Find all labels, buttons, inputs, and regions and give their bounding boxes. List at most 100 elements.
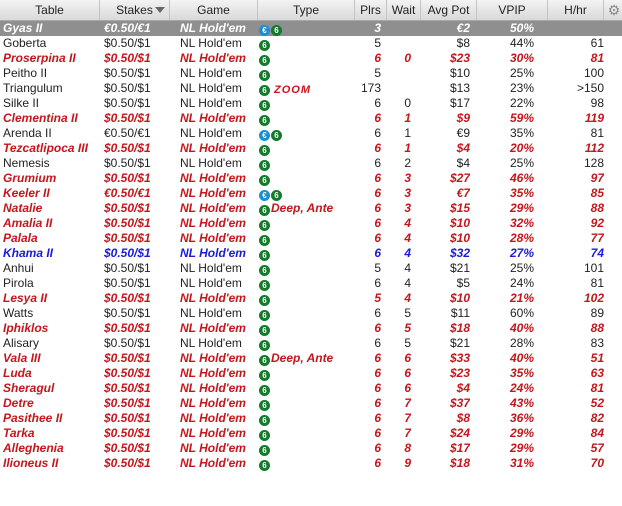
six-max-icon: 6	[259, 265, 270, 276]
player-count: 6	[374, 336, 381, 350]
vpip: 29%	[509, 441, 534, 455]
table-type: 6	[259, 381, 357, 396]
hands-per-hour: 92	[590, 216, 604, 230]
stakes: $0.50/$1	[104, 156, 151, 170]
column-header-game[interactable]: Game	[170, 0, 258, 20]
stakes: $0.50/$1	[104, 36, 151, 50]
table-type: €6	[259, 186, 357, 201]
column-header-plrs-label: Plrs	[360, 3, 381, 17]
column-header-wait[interactable]: Wait	[387, 0, 421, 20]
column-header-vpip[interactable]: VPIP	[477, 0, 548, 20]
hands-per-hour: >150	[576, 81, 604, 95]
table-name: Natalie	[3, 201, 43, 215]
table-name: Alleghenia	[3, 441, 64, 455]
player-count: 6	[374, 276, 381, 290]
table-row[interactable]: Peitho II $0.50/$1 NL Hold'em 6 5 $10 25% 100	[0, 66, 622, 81]
table-row[interactable]: Natalie $0.50/$1 NL Hold'em 6 Deep, Ante 6 3 $1…	[0, 201, 622, 216]
table-row[interactable]: Alisary $0.50/$1 NL Hold'em 6 6 5 $21 28% 83	[0, 336, 622, 351]
table-type: 6	[259, 156, 357, 171]
game: NL Hold'em	[180, 321, 246, 335]
table-type: 6	[259, 141, 357, 156]
six-max-icon: 6	[271, 25, 282, 36]
table-name: Vala III	[3, 351, 41, 365]
hands-per-hour: 52	[590, 396, 604, 410]
table-row[interactable]: Proserpina II $0.50/$1 NL Hold'em 6 6 0 $23 30%…	[0, 51, 622, 66]
table-row[interactable]: Vala III $0.50/$1 NL Hold'em 6 Deep, Ante 6 6 $…	[0, 351, 622, 366]
column-header-table[interactable]: Table	[0, 0, 100, 20]
waiting-count: 4	[404, 231, 411, 245]
table-row[interactable]: Keeler II €0.50/€1 NL Hold'em €6 6 3 €7 35% 85	[0, 186, 622, 201]
table-row[interactable]: Khama II $0.50/$1 NL Hold'em 6 6 4 $32 27% 74	[0, 246, 622, 261]
table-name: Arenda II	[3, 126, 52, 140]
table-name: Keeler II	[3, 186, 50, 200]
table-type-label: Deep, Ante	[271, 201, 334, 215]
table-row[interactable]: Sheragul $0.50/$1 NL Hold'em 6 6 6 $4 24% 81	[0, 381, 622, 396]
table-row[interactable]: Nemesis $0.50/$1 NL Hold'em 6 6 2 $4 25% 128	[0, 156, 622, 171]
hands-per-hour: 128	[583, 156, 604, 170]
table-type-label: Deep, Ante	[271, 351, 334, 365]
table-row[interactable]: Ilioneus II $0.50/$1 NL Hold'em 6 6 9 $18 31% 70	[0, 456, 622, 471]
table-row[interactable]: Luda $0.50/$1 NL Hold'em 6 6 6 $23 35% 63	[0, 366, 622, 381]
column-header-type[interactable]: Type	[258, 0, 355, 20]
table-row[interactable]: Amalia II $0.50/$1 NL Hold'em 6 6 4 $10 32% 92	[0, 216, 622, 231]
hands-per-hour: 61	[590, 36, 604, 50]
table-row[interactable]: Tezcatlipoca III $0.50/$1 NL Hold'em 6 6 1 $4 2…	[0, 141, 622, 156]
six-max-icon: 6	[259, 70, 270, 81]
table-row[interactable]: Gyas II €0.50/€1 NL Hold'em €6 3 €2 50%	[0, 21, 622, 36]
table-type: 6	[259, 276, 357, 291]
table-row[interactable]: Anhui $0.50/$1 NL Hold'em 6 5 4 $21 25% 101	[0, 261, 622, 276]
table-row[interactable]: Tarka $0.50/$1 NL Hold'em 6 6 7 $24 29% 84	[0, 426, 622, 441]
vpip: 40%	[509, 321, 534, 335]
table-row[interactable]: Grumium $0.50/$1 NL Hold'em 6 6 3 $27 46% 97	[0, 171, 622, 186]
average-pot: $18	[449, 321, 470, 335]
hands-per-hour: 82	[590, 411, 604, 425]
average-pot: $17	[449, 96, 470, 110]
vpip: 35%	[509, 186, 534, 200]
table-row[interactable]: Goberta $0.50/$1 NL Hold'em 6 5 $8 44% 61	[0, 36, 622, 51]
table-lobby: Table Stakes Game Type Plrs Wait Avg Pot…	[0, 0, 622, 506]
game: NL Hold'em	[180, 306, 242, 320]
table-type: 6	[259, 171, 357, 186]
hands-per-hour: 98	[590, 96, 604, 110]
column-header-avg-pot[interactable]: Avg Pot	[421, 0, 477, 20]
table-row[interactable]: Clementina II $0.50/$1 NL Hold'em 6 6 1 $9 59% 1…	[0, 111, 622, 126]
gear-icon[interactable]: ⚙	[606, 1, 622, 19]
game: NL Hold'em	[180, 126, 242, 140]
table-name: Alisary	[3, 336, 40, 350]
game: NL Hold'em	[180, 381, 246, 395]
hands-per-hour: 101	[583, 261, 604, 275]
table-name: Anhui	[3, 261, 34, 275]
table-row[interactable]: Pirola $0.50/$1 NL Hold'em 6 6 4 $5 24% 81	[0, 276, 622, 291]
vpip: 25%	[509, 156, 534, 170]
table-row[interactable]: Alleghenia $0.50/$1 NL Hold'em 6 6 8 $17 29% 57	[0, 441, 622, 456]
average-pot: €9	[456, 126, 470, 140]
table-row[interactable]: Detre $0.50/$1 NL Hold'em 6 6 7 $37 43% 52	[0, 396, 622, 411]
column-header-stakes[interactable]: Stakes	[100, 0, 170, 20]
column-header-hhr[interactable]: H/hr	[548, 0, 604, 20]
table-row[interactable]: Watts $0.50/$1 NL Hold'em 6 6 5 $11 60% 89	[0, 306, 622, 321]
table-row[interactable]: Iphiklos $0.50/$1 NL Hold'em 6 6 5 $18 40% 88	[0, 321, 622, 336]
waiting-count: 9	[404, 456, 411, 470]
game: NL Hold'em	[180, 156, 242, 170]
waiting-count: 0	[404, 96, 411, 110]
table-row[interactable]: Lesya II $0.50/$1 NL Hold'em 6 5 4 $10 21% 102	[0, 291, 622, 306]
stakes: $0.50/$1	[104, 276, 151, 290]
six-max-icon: 6	[259, 115, 270, 126]
column-header-plrs[interactable]: Plrs	[355, 0, 387, 20]
table-type: 6	[259, 366, 357, 381]
game: NL Hold'em	[180, 186, 246, 200]
game: NL Hold'em	[180, 21, 246, 35]
table-row[interactable]: Silke II $0.50/$1 NL Hold'em 6 6 0 $17 22% 98	[0, 96, 622, 111]
table-row[interactable]: Triangulum $0.50/$1 NL Hold'em 6 ZOOM 173 $13 2…	[0, 81, 622, 96]
six-max-icon: 6	[259, 145, 270, 156]
average-pot: $8	[456, 36, 470, 50]
table-name: Amalia II	[3, 216, 53, 230]
table-row[interactable]: Palala $0.50/$1 NL Hold'em 6 6 4 $10 28% 77	[0, 231, 622, 246]
table-row[interactable]: Pasithee II $0.50/$1 NL Hold'em 6 6 7 $8 36% 82	[0, 411, 622, 426]
vpip: 22%	[509, 96, 534, 110]
average-pot: €7	[456, 186, 470, 200]
waiting-count: 7	[404, 426, 411, 440]
table-row[interactable]: Arenda II €0.50/€1 NL Hold'em €6 6 1 €9 35% 81	[0, 126, 622, 141]
table-type: 6	[259, 396, 357, 411]
vpip: 59%	[509, 111, 534, 125]
